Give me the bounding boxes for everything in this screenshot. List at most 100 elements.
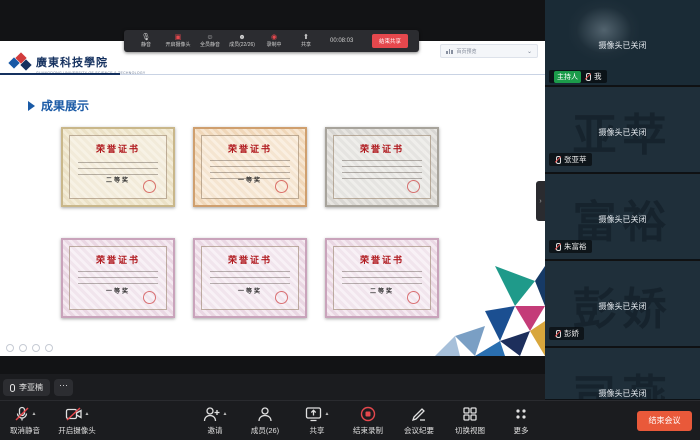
mute-all-icon: ☺ [206, 33, 214, 41]
slide-tool-icon[interactable] [19, 344, 27, 352]
participant-tag: 张亚苹 [549, 153, 592, 166]
seal-icon [143, 291, 156, 304]
bottom-toolbar: ▲ 取消静音 ▲ 开启摄像头 ▲ 邀请 成员(26) ▲ 共享 结束录制 会议纪… [0, 400, 700, 440]
certificate-title: 荣誉证书 [359, 145, 404, 155]
certificate-5: 荣誉证书 一等奖 [193, 238, 307, 318]
participant-name: 朱富裕 [564, 242, 587, 251]
header-rule [0, 73, 545, 75]
shared-screen: 廣東科技學院 GUANGDONG UNIVERSITY OF SCIENCE &… [0, 0, 545, 374]
slide-tool-icon[interactable] [32, 344, 40, 352]
mic-muted-icon [554, 155, 561, 164]
members-button[interactable]: 成员(26) [240, 406, 290, 436]
mic-icon [10, 383, 15, 392]
record-icon: ◉ [270, 33, 278, 41]
camera-status: 摄像头已关闭 [598, 128, 647, 137]
caret-up-icon[interactable]: ▲ [85, 411, 90, 417]
more-options-button[interactable]: ··· [54, 379, 73, 396]
recording-button[interactable]: ◉ 录制中 [258, 30, 290, 52]
preview-icon [446, 48, 453, 54]
school-emblem-icon [8, 52, 32, 72]
meeting-window: 廣東科技學院 GUANGDONG UNIVERSITY OF SCIENCE &… [0, 0, 700, 440]
participant-tile[interactable]: 摄像头已关闭 主持人 我 [545, 0, 700, 86]
participant-tile[interactable]: 亚苹 摄像头已关闭 张亚苹 [545, 87, 700, 173]
camera-status: 摄像头已关闭 [598, 215, 647, 224]
meeting-timer: 00:08:03 [330, 38, 354, 44]
collapse-panel-handle[interactable]: › [536, 181, 545, 221]
more-icon [513, 406, 529, 422]
host-badge: 主持人 [554, 70, 581, 83]
more-button[interactable]: 更多 [496, 406, 546, 436]
certificate-4: 荣誉证书 一等奖 [61, 238, 175, 318]
participant-tag: 主持人 我 [549, 70, 607, 83]
certificate-title: 荣誉证书 [359, 256, 404, 266]
stop-recording-button[interactable]: 结束录制 [343, 406, 393, 436]
chevron-down-icon: ⌄ [526, 48, 532, 55]
participant-name: 我 [594, 72, 602, 81]
certificate-6: 荣誉证书 二等奖 [325, 238, 439, 318]
participant-tile[interactable]: 彭娇 摄像头已关闭 彭娇 [545, 261, 700, 347]
camera-status: 摄像头已关闭 [598, 302, 647, 311]
share-screen-button[interactable]: ▲ 共享 [292, 406, 342, 436]
certificate-title: 荣誉证书 [227, 256, 272, 266]
share-screen-icon: ▲ [305, 406, 330, 422]
camera-off-icon: ▣ [174, 33, 182, 41]
slide-tools [6, 344, 53, 352]
end-meeting-button[interactable]: 结束会议 [637, 411, 692, 431]
participant-tag: 彭娇 [549, 327, 584, 340]
camera-status: 摄像头已关闭 [598, 389, 647, 398]
slide-tool-icon[interactable] [6, 344, 14, 352]
caret-up-icon[interactable]: ▲ [325, 411, 330, 417]
caret-up-icon[interactable]: ▲ [32, 411, 37, 417]
participant-name: 彭娇 [564, 329, 579, 338]
seal-icon [143, 180, 156, 193]
mic-muted-icon: ▲ [14, 406, 37, 422]
certificate-2: 荣誉证书 一等奖 [193, 127, 307, 207]
meeting-minutes-button[interactable]: 会议纪要 [394, 406, 444, 436]
slide-tool-icon[interactable] [45, 344, 53, 352]
switch-view-button[interactable]: 切换视图 [445, 406, 495, 436]
invite-button[interactable]: ▲ 邀请 [190, 406, 240, 436]
start-camera-button[interactable]: ▣ 开启摄像头 [162, 30, 194, 52]
section-title-text: 成果展示 [41, 99, 90, 113]
end-share-button[interactable]: 结束共享 [372, 34, 409, 48]
unmute-button[interactable]: ▲ 取消静音 [0, 406, 50, 436]
participant-tile[interactable]: 司燕 摄像头已关闭 [545, 348, 700, 400]
members-icon: ☻ [238, 33, 246, 41]
seal-icon [275, 180, 288, 193]
school-logo: 廣東科技學院 GUANGDONG UNIVERSITY OF SCIENCE &… [8, 52, 146, 75]
participant-tile[interactable]: 富裕 摄像头已关闭 朱富裕 [545, 174, 700, 260]
seal-icon [407, 291, 420, 304]
active-speaker-name: 李亚楠 [19, 383, 43, 392]
mic-muted-icon [584, 72, 591, 81]
mic-muted-icon [554, 329, 561, 338]
start-camera-button[interactable]: ▲ 开启摄像头 [52, 406, 102, 436]
mute-button[interactable]: 🎙 静音 [130, 30, 162, 52]
mic-muted-icon [554, 242, 561, 251]
decorative-triangles-icon [435, 266, 545, 356]
presentation-slide: 廣東科技學院 GUANGDONG UNIVERSITY OF SCIENCE &… [0, 41, 545, 356]
grid-view-icon [462, 406, 478, 422]
slide-preview-toggle[interactable]: 百页预览 ⌄ [440, 44, 538, 58]
camera-off-icon: ▲ [65, 406, 90, 422]
participant-tag: 朱富裕 [549, 240, 592, 253]
mute-all-button[interactable]: ☺ 全员静音 [194, 30, 226, 52]
triangle-bullet-icon [28, 100, 35, 111]
school-name: 廣東科技學院 [36, 56, 108, 69]
invite-icon: ▲ [203, 406, 228, 422]
certificate-title: 荣誉证书 [95, 145, 140, 155]
minutes-icon [411, 406, 427, 422]
section-title: 成果展示 [28, 97, 89, 114]
members-button[interactable]: ☻ 成员(22/26) [226, 30, 258, 52]
members-icon [257, 406, 273, 422]
seal-icon [275, 291, 288, 304]
certificate-title: 荣誉证书 [227, 145, 272, 155]
share-icon: ⬆ [303, 33, 309, 41]
active-speaker: 李亚楠 [3, 379, 50, 396]
stop-record-icon [360, 406, 376, 422]
certificate-3: 荣誉证书 [325, 127, 439, 207]
certificate-1: 荣誉证书 二等奖 [61, 127, 175, 207]
participant-panel: 摄像头已关闭 主持人 我 亚苹 摄像头已关闭 张亚苹 富裕 摄像头已关闭 朱富裕 [545, 0, 700, 400]
share-button[interactable]: ⬆ 共享 [290, 30, 322, 52]
mic-icon: 🎙 [141, 33, 151, 41]
caret-up-icon[interactable]: ▲ [223, 411, 228, 417]
